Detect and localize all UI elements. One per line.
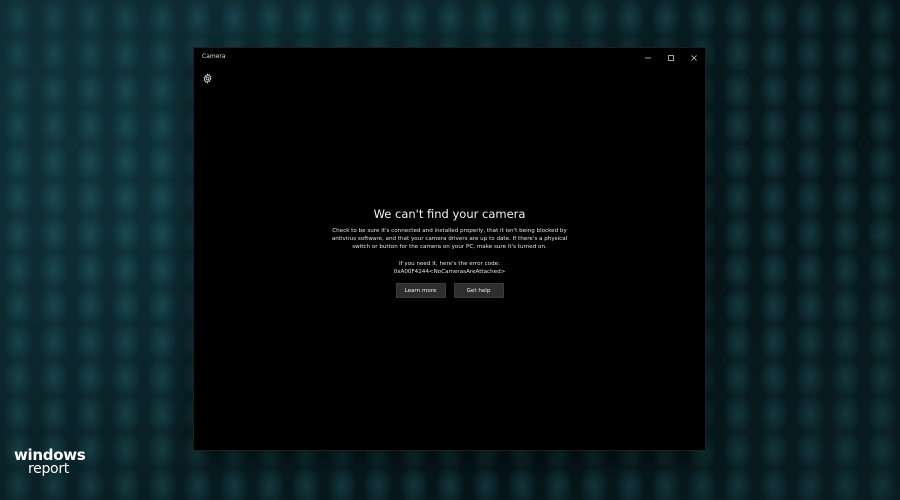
logo-text-report: report xyxy=(28,461,69,477)
error-panel: We can't find your camera Check to be su… xyxy=(194,206,705,299)
window-title: Camera xyxy=(202,53,226,60)
minimize-button[interactable] xyxy=(636,48,659,68)
learn-more-button[interactable]: Learn more xyxy=(395,283,446,299)
caption-buttons xyxy=(636,48,705,68)
maximize-button[interactable] xyxy=(659,48,682,68)
get-help-button[interactable]: Get help xyxy=(453,283,504,299)
minimize-icon xyxy=(644,57,651,59)
logo-text-windows: windows xyxy=(14,446,86,464)
settings-button[interactable] xyxy=(201,72,213,84)
error-message: Check to be sure it's connected and inst… xyxy=(331,228,568,251)
action-buttons: Learn more Get help xyxy=(194,283,705,299)
close-button[interactable] xyxy=(682,48,705,68)
camera-app-window: Camera We can't find your camera Check t… xyxy=(194,48,705,450)
title-bar[interactable]: Camera xyxy=(194,48,705,68)
error-heading: We can't find your camera xyxy=(373,207,526,221)
desktop-background: Camera We can't find your camera Check t… xyxy=(0,0,900,500)
maximize-icon xyxy=(667,55,674,61)
error-code-label: If you need it, here's the error code: xyxy=(398,260,500,267)
gear-icon xyxy=(203,72,211,84)
windows-report-logo: windows report xyxy=(14,446,86,477)
close-icon xyxy=(690,55,697,61)
error-code: 0xA00F4244<NoCamerasAreAttached> xyxy=(393,268,506,275)
